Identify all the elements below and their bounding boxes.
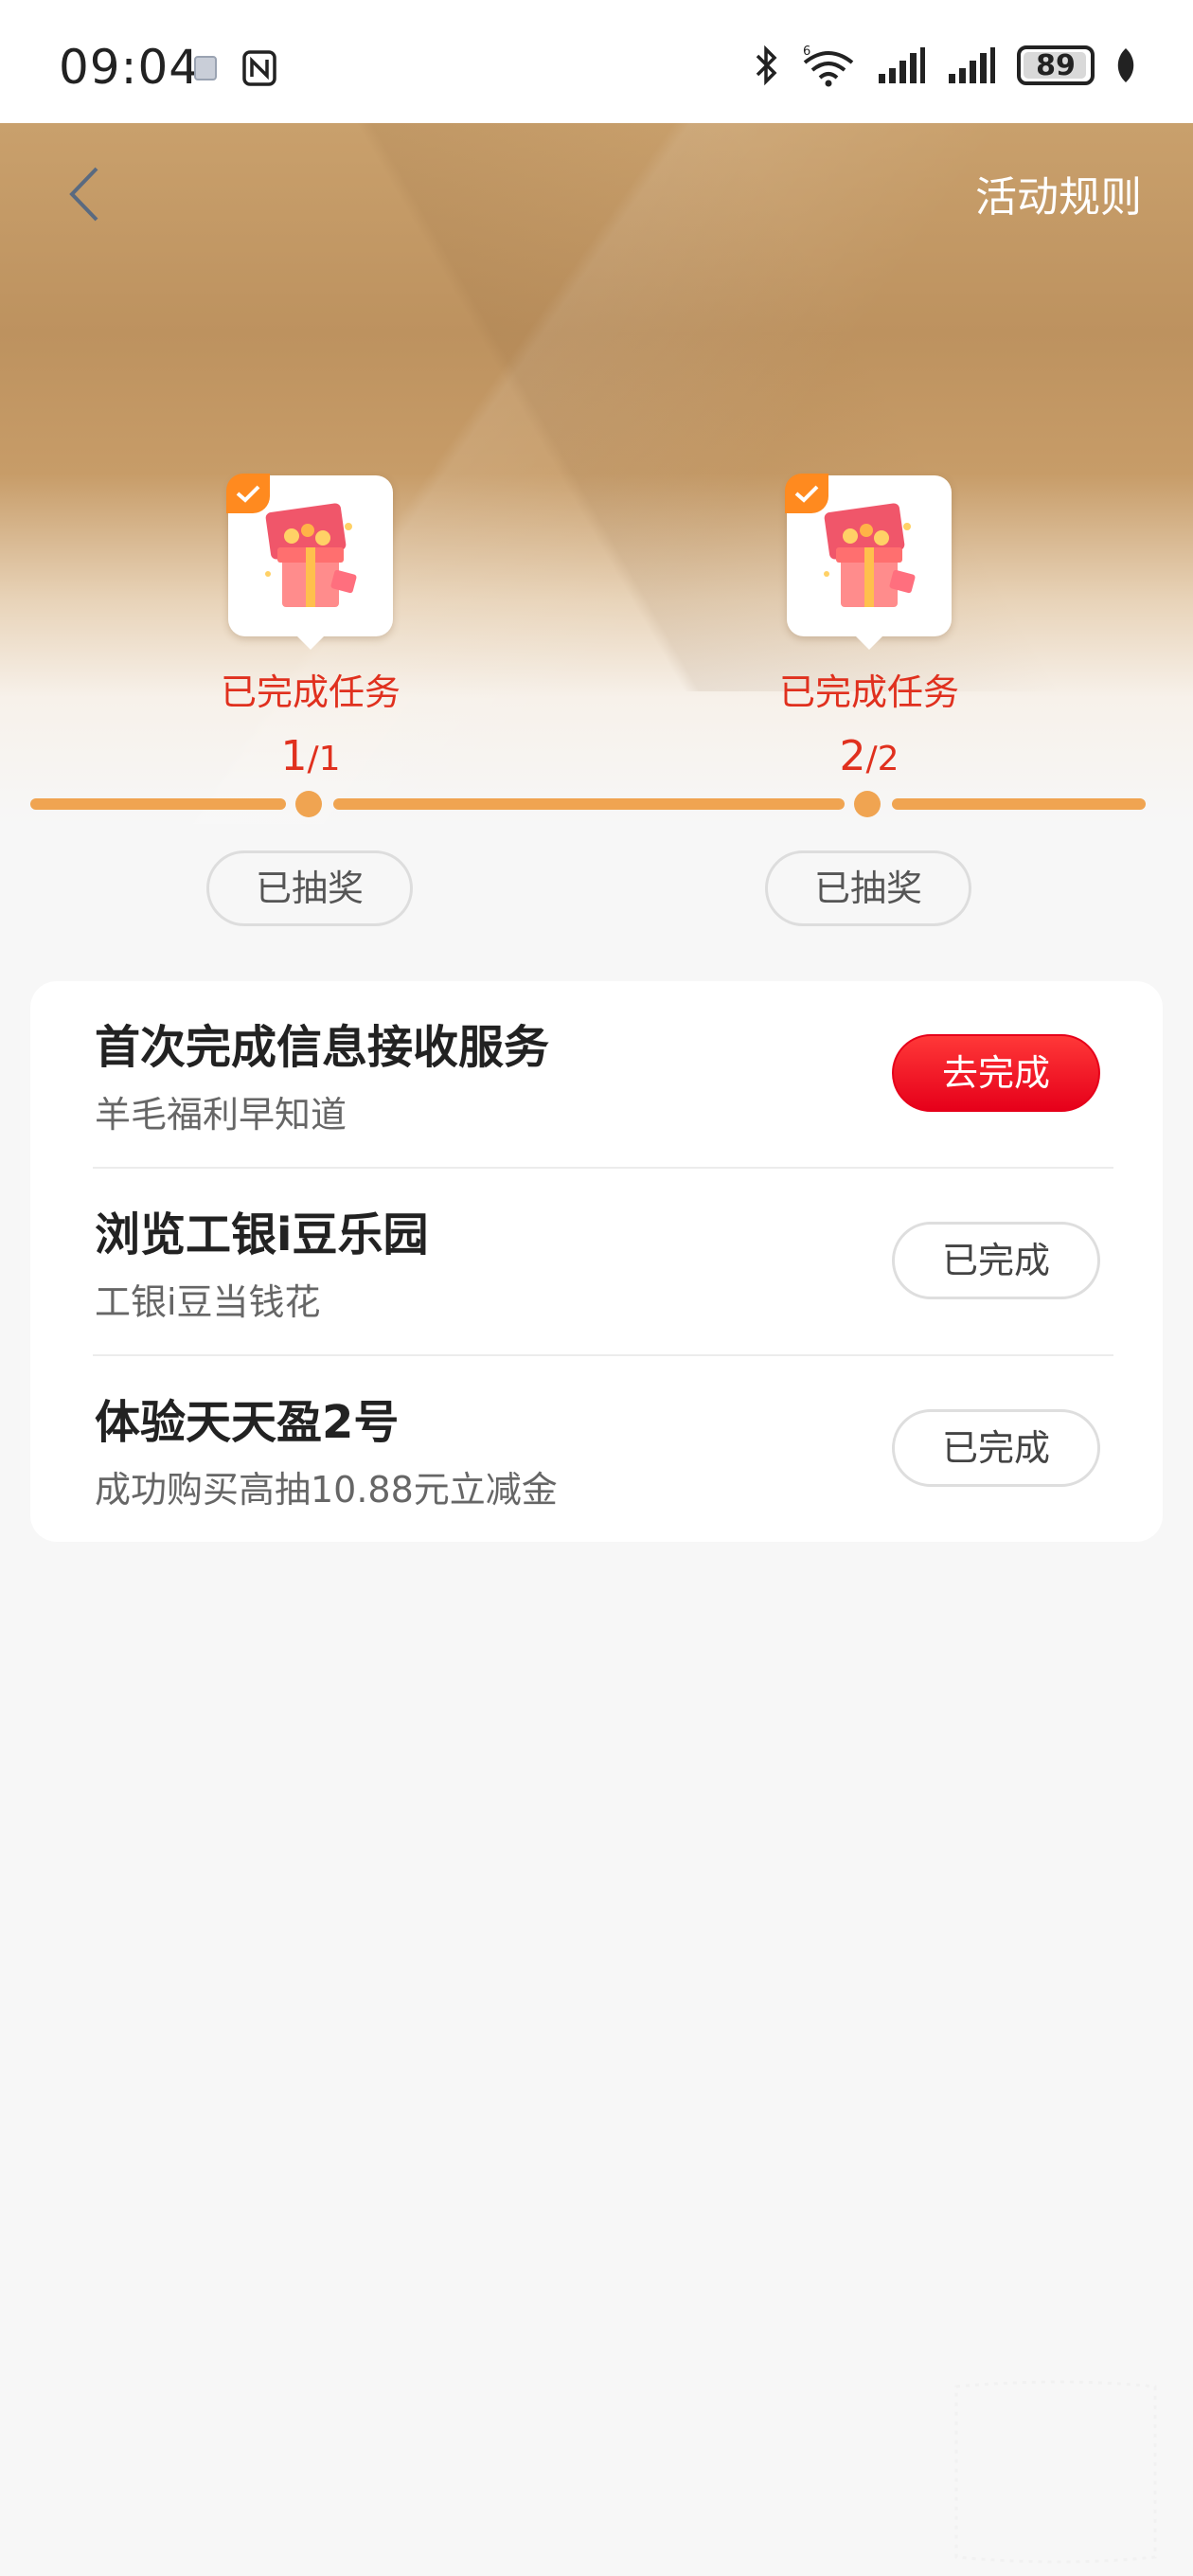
task-row: 体验天天盈2号 成功购买高抽10.88元立减金 已完成 [30, 1356, 1163, 1544]
leaf-icon [1117, 48, 1134, 82]
signal-2-icon [949, 47, 995, 83]
progress-segment [892, 798, 1146, 810]
go-complete-button[interactable]: 去完成 [892, 1034, 1100, 1112]
milestone-label: 已完成任务 [220, 671, 401, 713]
milestone-2: 已完成任务 2/2 [727, 474, 1011, 780]
milestone-total: /1 [307, 740, 341, 778]
battery-icon: 89 [1017, 45, 1095, 85]
nfc-icon [242, 50, 276, 86]
drawn-button-1[interactable]: 已抽奖 [206, 850, 413, 926]
milestone-done: 2 [839, 732, 866, 780]
status-bar: 09:04 6 89 [0, 0, 1193, 123]
gift-box-icon [824, 503, 916, 607]
task-title: 体验天天盈2号 [95, 1396, 400, 1449]
status-left-icons [194, 49, 277, 87]
task-title: 首次完成信息接收服务 [95, 1021, 550, 1074]
drawn-button-2[interactable]: 已抽奖 [765, 850, 971, 926]
activity-rules-link[interactable]: 活动规则 [975, 163, 1142, 224]
corner-decoration-icon [954, 2380, 1157, 2564]
chevron-left-icon [69, 167, 98, 222]
milestone-total: /2 [865, 740, 899, 778]
milestone-count: 1/1 [169, 732, 453, 780]
task-row: 浏览工银i豆乐园 工银i豆当钱花 已完成 [30, 1169, 1163, 1356]
task-subtitle: 成功购买高抽10.88元立减金 [95, 1469, 558, 1511]
task-subtitle: 羊毛福利早知道 [95, 1094, 347, 1136]
task-title: 浏览工银i豆乐园 [95, 1208, 429, 1261]
back-button[interactable] [55, 161, 112, 227]
milestone-label: 已完成任务 [778, 671, 959, 713]
wifi-6-icon: 6 [803, 45, 854, 87]
battery-level: 89 [1036, 48, 1076, 82]
task-list-card: 首次完成信息接收服务 羊毛福利早知道 去完成 浏览工银i豆乐园 工银i豆当钱花 … [30, 981, 1163, 1542]
bluetooth-icon [756, 45, 777, 86]
completed-button[interactable]: 已完成 [892, 1409, 1100, 1487]
progress-segment [30, 798, 286, 810]
gift-box-icon [265, 503, 357, 607]
milestone-done: 1 [280, 732, 308, 780]
completed-button[interactable]: 已完成 [892, 1222, 1100, 1299]
milestone-count: 2/2 [727, 732, 1011, 780]
progress-track [30, 791, 1146, 817]
gift-card [785, 474, 952, 650]
gift-card [226, 474, 393, 650]
gallery-notification-icon [194, 56, 217, 80]
milestone-1: 已完成任务 1/1 [169, 474, 453, 780]
progress-segment [333, 798, 845, 810]
task-subtitle: 工银i豆当钱花 [95, 1281, 321, 1323]
status-right-icons: 6 89 [752, 44, 1136, 87]
svg-text:6: 6 [803, 45, 810, 59]
signal-1-icon [879, 47, 925, 83]
progress-dot [854, 791, 881, 817]
status-time: 09:04 [59, 40, 201, 95]
progress-dot [295, 791, 322, 817]
task-row: 首次完成信息接收服务 羊毛福利早知道 去完成 [30, 981, 1163, 1169]
